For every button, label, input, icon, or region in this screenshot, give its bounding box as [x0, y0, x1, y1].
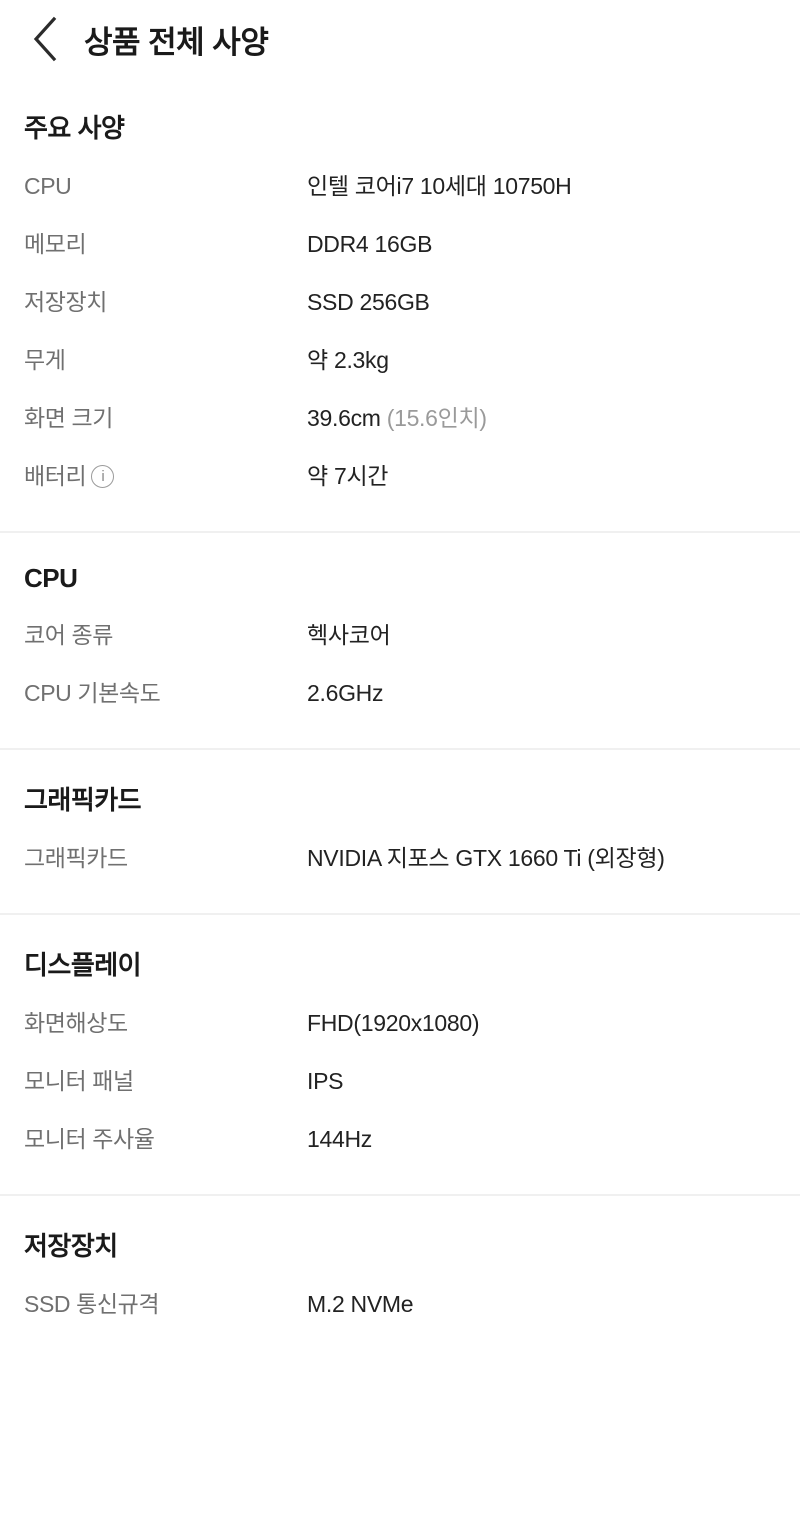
- spec-value: NVIDIA 지포스 GTX 1660 Ti (외장형): [307, 845, 665, 871]
- spec-label: 무게: [24, 347, 66, 373]
- product-spec-screen: 상품 전체 사양 주요 사양 CPU 인텔 코어i7 10세대 10750H 메…: [0, 0, 800, 1536]
- spec-label: 모니터 주사율: [24, 1126, 155, 1152]
- spec-value: M.2 NVMe: [307, 1291, 414, 1317]
- spec-row: 모니터 주사율 144Hz: [24, 1110, 776, 1168]
- spec-row: SSD 통신규격 M.2 NVMe: [24, 1275, 776, 1333]
- spec-value: 헥사코어: [307, 622, 391, 648]
- spec-label: 배터리 i: [24, 459, 307, 493]
- spec-label: SSD 통신규격: [24, 1291, 160, 1317]
- spec-row: CPU 인텔 코어i7 10세대 10750H: [24, 157, 776, 215]
- spec-value: DDR4 16GB: [307, 231, 433, 257]
- spec-value: 39.6cm (15.6인치): [307, 401, 487, 435]
- spec-value: 약 7시간: [307, 463, 389, 489]
- spec-row: 그래픽카드 NVIDIA 지포스 GTX 1660 Ti (외장형): [24, 829, 776, 887]
- spec-row: 메모리 DDR4 16GB: [24, 215, 776, 273]
- section-title: CPU: [24, 563, 78, 593]
- page-header: 상품 전체 사양: [0, 0, 800, 78]
- spec-label: 모니터 패널: [24, 1068, 134, 1094]
- spec-row-battery: 배터리 i 약 7시간: [24, 447, 776, 505]
- spec-value: 144Hz: [307, 1126, 372, 1152]
- spec-row: 무게 약 2.3kg: [24, 331, 776, 389]
- spec-row: 모니터 패널 IPS: [24, 1052, 776, 1110]
- spec-section-cpu: CPU 코어 종류 헥사코어 CPU 기본속도 2.6GHz: [0, 533, 800, 748]
- spec-label: 화면해상도: [24, 1010, 128, 1036]
- spec-label: 저장장치: [24, 289, 108, 315]
- spec-section-display: 디스플레이 화면해상도 FHD(1920x1080) 모니터 패널 IPS 모니…: [0, 915, 800, 1194]
- spec-section-graphics: 그래픽카드 그래픽카드 NVIDIA 지포스 GTX 1660 Ti (외장형): [0, 750, 800, 913]
- page-title: 상품 전체 사양: [84, 24, 269, 60]
- spec-value: IPS: [307, 1068, 344, 1094]
- spec-label: CPU 기본속도: [24, 680, 161, 706]
- spec-label: 코어 종류: [24, 622, 114, 648]
- section-title: 주요 사양: [24, 113, 125, 143]
- back-button[interactable]: [20, 12, 70, 66]
- spec-value-main: 39.6cm: [307, 405, 381, 431]
- spec-row: 코어 종류 헥사코어: [24, 606, 776, 664]
- spec-label: CPU: [24, 173, 72, 199]
- section-title: 저장장치: [24, 1231, 118, 1261]
- spec-value-secondary: (15.6인치): [386, 405, 487, 431]
- spec-value: 인텔 코어i7 10세대 10750H: [307, 173, 572, 199]
- spec-row: CPU 기본속도 2.6GHz: [24, 664, 776, 722]
- spec-value: 2.6GHz: [307, 680, 384, 706]
- spec-label: 화면 크기: [24, 405, 114, 431]
- section-title: 그래픽카드: [24, 785, 142, 815]
- section-title: 디스플레이: [24, 950, 142, 980]
- info-circle-icon[interactable]: i: [91, 464, 115, 488]
- spec-section-main: 주요 사양 CPU 인텔 코어i7 10세대 10750H 메모리 DDR4 1…: [0, 78, 800, 531]
- spec-section-storage: 저장장치 SSD 통신규격 M.2 NVMe: [0, 1196, 800, 1359]
- spec-label-text: 배터리: [24, 463, 87, 489]
- spec-row: 화면해상도 FHD(1920x1080): [24, 994, 776, 1052]
- spec-label: 메모리: [24, 231, 87, 257]
- spec-value: FHD(1920x1080): [307, 1010, 480, 1036]
- spec-row: 화면 크기 39.6cm (15.6인치): [24, 389, 776, 447]
- spec-row: 저장장치 SSD 256GB: [24, 273, 776, 331]
- spec-value: SSD 256GB: [307, 289, 430, 315]
- chevron-left-icon: [31, 16, 59, 62]
- spec-label: 그래픽카드: [24, 845, 128, 871]
- spec-value: 약 2.3kg: [307, 347, 389, 373]
